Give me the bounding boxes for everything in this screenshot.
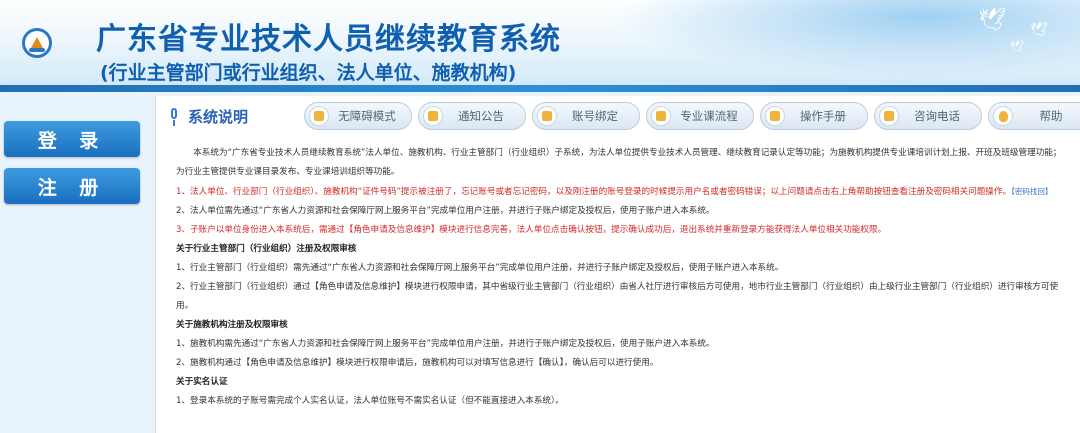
accessibility-icon [309, 106, 329, 126]
account-binding-button[interactable]: 账号绑定 [532, 102, 640, 130]
register-button[interactable]: 注 册 [4, 168, 140, 204]
main-panel: 系统说明 无障碍模式 通知公告 账号绑定 专业课流程 操作手册 咨询电话 帮助 … [155, 96, 1080, 433]
manual-icon [765, 106, 785, 126]
section-item: 1、施教机构需先通过“广东省人力资源和社会保障厅网上服务平台”完成单位用户注册，… [176, 339, 715, 349]
notice-item-1: 1、法人单位、行业部门（行业组织）、施教机构“证件号码”提示被注册了，忘记账号或… [176, 187, 1053, 197]
section-item: 2、施教机构通过【角色申请及信息维护】模块进行权限申请后，施教机构可以对填写信息… [176, 358, 659, 368]
dove-icon: 🕊 [978, 8, 1006, 33]
panel-header: 系统说明 [168, 106, 248, 127]
microphone-icon [168, 107, 180, 126]
section-item: 1、登录本系统的子账号需完成个人实名认证，法人单位账号不需实名认证（但不能直接进… [176, 396, 564, 406]
process-icon [651, 106, 671, 126]
section-title: 关于施教机构注册及权限审核 [176, 320, 288, 330]
system-description: 本系统为“广东省专业技术人员继续教育系统”法人单位、施教机构、行业主管部门（行业… [176, 144, 1066, 411]
panel-title: 系统说明 [188, 108, 249, 126]
section-title: 关于行业主管部门（行业组织）注册及权限审核 [176, 244, 357, 254]
phone-icon [879, 106, 899, 126]
notice-item-3: 3、子账户以单位身份进入本系统后，需通过【角色申请及信息维护】模块进行信息完善，… [176, 225, 887, 235]
course-process-button[interactable]: 专业课流程 [646, 102, 754, 130]
notice-icon [423, 106, 443, 126]
binding-icon [537, 106, 557, 126]
intro-text: 本系统为“广东省专业技术人员继续教育系统”法人单位、施教机构、行业主管部门（行业… [176, 148, 1062, 177]
hotline-button[interactable]: 咨询电话 [874, 102, 982, 130]
accessibility-mode-button[interactable]: 无障碍模式 [304, 102, 412, 130]
dove-icon: 🕊 [1030, 22, 1048, 38]
system-title: 广东省专业技术人员继续教育系统 [96, 22, 561, 57]
notice-item-2: 2、法人单位需先通过“广东省人力资源和社会保障厅网上服务平台”完成单位用户注册，… [176, 206, 715, 216]
toolbar: 无障碍模式 通知公告 账号绑定 专业课流程 操作手册 咨询电话 帮助 [304, 102, 1080, 130]
manual-button[interactable]: 操作手册 [760, 102, 868, 130]
header-banner: 🕊 🕊 🕊 广东省专业技术人员继续教育系统 (行业主管部门或行业组织、法人单位、… [0, 0, 1080, 92]
notice-button[interactable]: 通知公告 [418, 102, 526, 130]
bulb-icon [993, 106, 1013, 126]
section-title: 关于实名认证 [176, 377, 228, 387]
system-subtitle: (行业主管部门或行业组织、法人单位、施教机构) [100, 62, 517, 84]
dove-icon: 🕊 [1010, 40, 1024, 53]
section-item: 2、行业主管部门（行业组织）通过【角色申请及信息维护】模块进行权限申请，其中省级… [176, 282, 1059, 311]
section-item: 1、行业主管部门（行业组织）需先通过“广东省人力资源和社会保障厅网上服务平台”完… [176, 263, 784, 273]
password-recovery-link[interactable]: 【密码找回】 [1011, 187, 1052, 196]
logo-emblem [22, 28, 52, 58]
login-button[interactable]: 登 录 [4, 121, 140, 157]
help-button[interactable]: 帮助 [988, 102, 1080, 130]
